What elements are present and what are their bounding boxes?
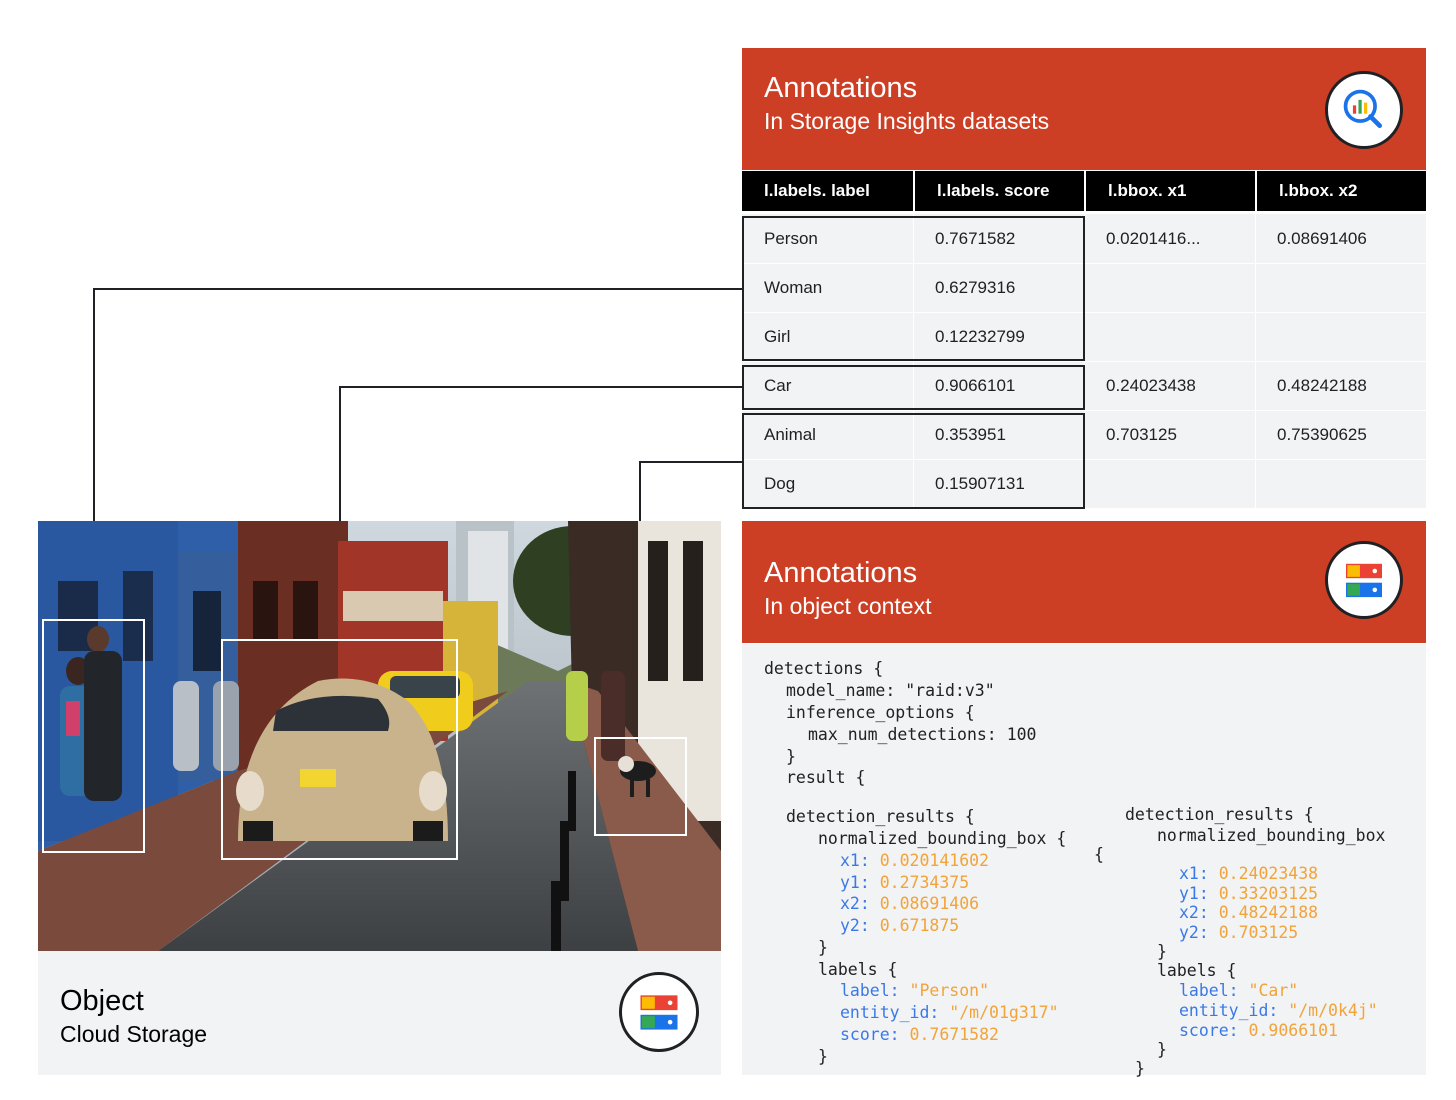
table-cell-x1: 0.703125	[1106, 425, 1177, 444]
code-close-brace: }	[1157, 1040, 1167, 1059]
storage-insights-header: Annotations In Storage Insights datasets	[742, 48, 1426, 170]
table-cell-x2: 0.48242188	[1277, 376, 1367, 395]
object-footer: Object Cloud Storage	[38, 951, 721, 1075]
code-bbox-y1: y1: 0.2734375	[840, 873, 970, 892]
table-cell-x2: 0.75390625	[1277, 425, 1367, 444]
cloud-storage-icon	[1325, 541, 1403, 619]
code-close-brace: }	[818, 1047, 828, 1066]
code-bbox-x1: x1: 0.020141602	[840, 851, 990, 870]
object-title: Object	[60, 985, 144, 1017]
code-close-brace: }	[818, 938, 828, 957]
code-detections: detections {	[764, 659, 884, 678]
code-close-brace: }	[1135, 1059, 1145, 1078]
code-bbox-x1: x1: 0.24023438	[1179, 864, 1319, 883]
code-model-name: model_name: "raid:v3"	[786, 681, 995, 700]
code-bbox-x2: x2: 0.48242188	[1179, 903, 1319, 922]
object-subtitle: Cloud Storage	[60, 1021, 208, 1047]
code-bbox-x2: x2: 0.08691406	[840, 894, 980, 913]
code-label: label: "Car"	[1179, 981, 1299, 1000]
object-context-subtitle: In object context	[764, 593, 932, 619]
code-detection-results: detection_results {	[786, 807, 975, 826]
cloud-storage-icon	[619, 972, 699, 1052]
group-box-animal	[742, 413, 1085, 509]
column-header-bbox-x1: l.bbox. x1	[1084, 171, 1255, 211]
group-box-person	[742, 216, 1085, 361]
storage-insights-table-header: l.labels. label l.labels. score l.bbox. …	[742, 171, 1426, 211]
table-cell-x1: 0.24023438	[1106, 376, 1196, 395]
code-score: score: 0.9066101	[1179, 1021, 1338, 1040]
code-labels-open: labels {	[818, 960, 898, 979]
code-result: result {	[786, 768, 866, 787]
code-bbox-open: normalized_bounding_box	[1157, 826, 1386, 845]
street-photo	[38, 521, 721, 951]
object-context-code: detections { model_name: "raid:v3" infer…	[742, 644, 1426, 1078]
column-header-bbox-x2: l.bbox. x2	[1255, 171, 1426, 211]
code-detection-results: detection_results {	[1125, 805, 1314, 824]
code-bbox-y2: y2: 0.671875	[840, 916, 960, 935]
storage-insights-title: Annotations	[764, 72, 918, 104]
code-score: score: 0.7671582	[840, 1025, 999, 1044]
code-bbox-open: normalized_bounding_box {	[818, 829, 1067, 848]
code-open-brace: {	[1094, 845, 1104, 864]
group-box-car	[742, 365, 1085, 410]
insights-magnifier-chart-icon	[1325, 71, 1403, 149]
code-label: label: "Person"	[840, 981, 990, 1000]
table-cell-x2: 0.08691406	[1277, 229, 1367, 248]
storage-insights-subtitle: In Storage Insights datasets	[764, 108, 1050, 134]
object-context-title: Annotations	[764, 557, 918, 589]
code-entity-id: entity_id: "/m/01g317"	[840, 1003, 1059, 1022]
code-bbox-y2: y2: 0.703125	[1179, 923, 1299, 942]
code-labels-open: labels {	[1157, 961, 1237, 980]
code-max-detections: max_num_detections: 100	[808, 725, 1037, 744]
code-entity-id: entity_id: "/m/0k4j"	[1179, 1001, 1378, 1020]
table-cell-x1: 0.0201416...	[1106, 229, 1201, 248]
storage-insights-table: Person 0.7671582 0.0201416... 0.08691406…	[742, 214, 1426, 509]
code-close-brace: }	[786, 747, 796, 766]
code-inference-options: inference_options {	[786, 703, 975, 722]
column-header-score: l.labels. score	[913, 171, 1084, 211]
column-header-label: l.labels. label	[764, 181, 870, 200]
object-context-header: Annotations In object context	[742, 521, 1426, 643]
